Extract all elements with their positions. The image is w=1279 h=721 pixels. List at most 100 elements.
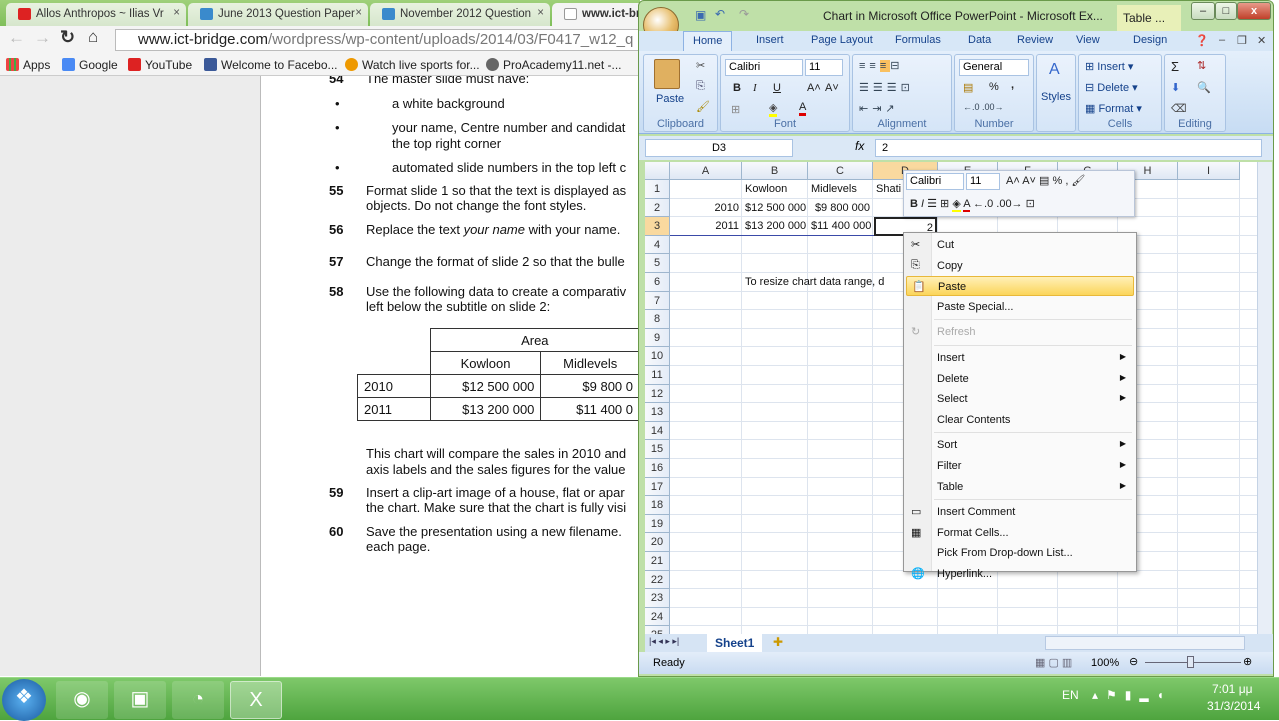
home-icon[interactable]: ⌂ — [88, 27, 98, 47]
menu-item-format-cells[interactable]: ▦ Format Cells... — [906, 523, 1134, 543]
column-header[interactable]: C — [808, 162, 873, 180]
row-header[interactable]: 11 — [645, 366, 670, 385]
menu-item-table[interactable]: Table ▶ — [906, 477, 1134, 497]
row-header[interactable]: 10 — [645, 347, 670, 366]
minimize-button[interactable]: – — [1191, 2, 1215, 20]
close-tab-icon[interactable]: × — [355, 7, 362, 19]
paste-button[interactable]: Paste — [656, 93, 684, 105]
browser-tab-active[interactable]: www.ict-brid — [552, 3, 652, 26]
number-format-combo[interactable]: General — [959, 59, 1029, 76]
menu-item-insert-comment[interactable]: ▭ Insert Comment — [906, 502, 1134, 522]
screen-recorder-icon[interactable]: ▣ — [114, 681, 166, 719]
mini-font-combo[interactable]: Calibri — [906, 173, 964, 190]
menu-item-sort[interactable]: Sort ▶ — [906, 435, 1134, 455]
bookmark-facebook[interactable]: Welcome to Facebo... — [204, 58, 338, 72]
row-header[interactable]: 13 — [645, 403, 670, 422]
bold-button[interactable]: B — [733, 82, 741, 94]
zoom-out-icon[interactable]: ⊖ — [1129, 655, 1138, 668]
chrome-taskbar-icon[interactable]: ◉ — [56, 681, 108, 719]
mini-grow-shrink-icons[interactable]: A˄ A˅ ▤ % , 🖌 — [1006, 174, 1085, 187]
view-buttons[interactable]: ▦ ▢ ▥ — [1035, 656, 1072, 669]
name-box[interactable]: D3 — [645, 139, 793, 157]
cell-C1[interactable]: Midlevels — [809, 180, 872, 199]
reload-icon[interactable]: ↻ — [60, 27, 75, 48]
browser-tab[interactable]: Allos Anthropos ~ Ilias Vr × — [6, 3, 186, 26]
row-header[interactable]: 17 — [645, 477, 670, 497]
comma-button[interactable]: , — [1011, 79, 1014, 91]
tab-insert[interactable]: Insert — [756, 34, 784, 46]
help-icon[interactable]: ❓ — [1195, 34, 1209, 47]
styles-button[interactable]: Styles — [1041, 91, 1071, 103]
table-tools-tab[interactable]: Table ... — [1117, 5, 1181, 31]
speedometer-icon[interactable]: ◔ — [172, 681, 224, 719]
cell-A3[interactable]: 2011 — [671, 217, 741, 236]
row-header[interactable]: 6 — [645, 273, 670, 292]
indent-orientation-icons[interactable]: ⇤⇥↗ — [859, 102, 899, 115]
row-header[interactable]: 2 — [645, 198, 670, 218]
clock-time[interactable]: 7:01 μμ — [1212, 682, 1253, 696]
browser-tab[interactable]: November 2012 Question × — [370, 3, 550, 26]
maximize-button[interactable]: □ — [1215, 2, 1237, 20]
tab-review[interactable]: Review — [1017, 34, 1053, 46]
menu-item-clear-contents[interactable]: Clear Contents — [906, 410, 1134, 430]
row-header[interactable]: 7 — [645, 291, 670, 311]
horizontal-align-icons[interactable]: ☰☰☰⊡ — [859, 81, 914, 94]
save-icon[interactable]: ▣ — [695, 8, 706, 22]
menu-item-insert[interactable]: Insert ▶ — [906, 348, 1134, 368]
row-header[interactable]: 4 — [645, 235, 670, 255]
menu-item-delete[interactable]: Delete ▶ — [906, 369, 1134, 389]
address-bar[interactable]: www.ict-bridge.com/wordpress/wp-content/… — [115, 29, 645, 51]
row-header[interactable]: 14 — [645, 421, 670, 441]
font-name-combo[interactable]: Calibri — [725, 59, 803, 76]
row-header[interactable]: 20 — [645, 533, 670, 552]
grow-font-icon[interactable]: A˄ — [807, 82, 821, 94]
bookmark-apps[interactable]: Apps — [6, 58, 50, 72]
tab-view[interactable]: View — [1076, 34, 1100, 46]
column-header[interactable]: A — [670, 162, 742, 180]
mini-format-icons[interactable]: B I ☰ ⊞ ◈ A ←.0 .00→ ⊡ — [910, 197, 1035, 212]
menu-item-pick-from-drop-down-list[interactable]: Pick From Drop-down List... — [906, 543, 1134, 563]
mini-size-combo[interactable]: 11 — [966, 173, 1000, 190]
fill-icon[interactable]: ⬇ — [1171, 81, 1180, 94]
row-header[interactable]: 19 — [645, 514, 670, 534]
ribbon-minimize-icon[interactable]: – — [1219, 34, 1225, 46]
row-header[interactable]: 5 — [645, 254, 670, 273]
currency-icon[interactable]: ▤ — [963, 81, 973, 94]
menu-item-hyperlink[interactable]: 🌐 Hyperlink... — [906, 564, 1134, 584]
zoom-in-icon[interactable]: ⊕ — [1243, 655, 1252, 668]
tab-formulas[interactable]: Formulas — [895, 34, 941, 46]
insert-function-button[interactable]: fx — [855, 139, 864, 153]
start-button[interactable]: ❖ — [2, 679, 46, 721]
row-header[interactable]: 15 — [645, 440, 670, 459]
decimal-icons[interactable]: ←.0 .00→ — [963, 102, 1004, 112]
menu-item-paste-special[interactable]: Paste Special... — [906, 297, 1134, 317]
clear-icon[interactable]: ⌫ — [1171, 102, 1187, 115]
row-header[interactable]: 25 — [645, 626, 670, 634]
cell-B2[interactable]: $12 500 000 — [743, 199, 807, 218]
browser-tab[interactable]: June 2013 Question Paper × — [188, 3, 368, 26]
excel-taskbar-icon[interactable]: X — [230, 681, 282, 719]
menu-item-copy[interactable]: ⎘ Copy — [906, 256, 1134, 276]
undo-icon[interactable]: ↶ — [715, 7, 725, 21]
column-header[interactable]: I — [1178, 162, 1240, 180]
cell-C2[interactable]: $9 800 000 — [809, 199, 872, 218]
row-header[interactable]: 12 — [645, 384, 670, 404]
column-header[interactable]: B — [742, 162, 808, 180]
row-header[interactable]: 22 — [645, 570, 670, 590]
underline-button[interactable]: U — [773, 82, 781, 94]
row-header[interactable]: 1 — [645, 180, 670, 199]
borders-icon[interactable]: ⊞ — [731, 103, 740, 116]
insert-cells-button[interactable]: ⊞ Insert ▾ — [1085, 60, 1133, 73]
sheet-tab[interactable]: Sheet1 — [707, 634, 763, 652]
zoom-slider-thumb[interactable] — [1187, 656, 1194, 668]
menu-item-select[interactable]: Select ▶ — [906, 389, 1134, 409]
close-tab-icon[interactable]: × — [173, 7, 180, 19]
copy-icon[interactable]: ⎘ — [696, 80, 705, 93]
vertical-scrollbar[interactable] — [1257, 162, 1272, 634]
close-button[interactable]: x — [1237, 2, 1271, 20]
row-header[interactable]: 9 — [645, 328, 670, 348]
tab-page-layout[interactable]: Page Layout — [811, 34, 873, 46]
format-cells-button[interactable]: ▦ Format ▾ — [1085, 102, 1142, 115]
row-header[interactable]: 3 — [645, 217, 670, 236]
row-header[interactable]: 8 — [645, 310, 670, 329]
